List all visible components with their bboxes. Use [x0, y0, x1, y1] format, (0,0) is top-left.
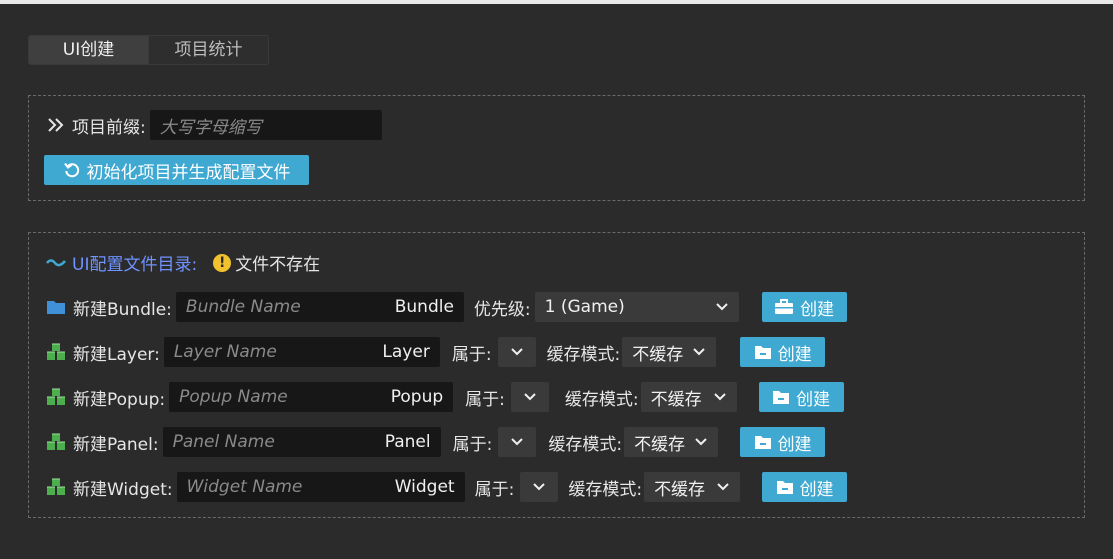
- new-layer-row: 新建Layer: Layer Name Layer 属于: 缓存模式: 不缓存 …: [46, 337, 826, 367]
- panel-name-input[interactable]: Panel Name Panel: [162, 427, 441, 457]
- chevron-down-icon: [510, 347, 524, 357]
- folder-icon: [46, 299, 66, 315]
- bundle-suffix: Bundle: [394, 297, 454, 317]
- file-icon: [776, 479, 794, 495]
- priority-select[interactable]: 1 (Game): [534, 292, 739, 322]
- widget-suffix: Widget: [394, 477, 455, 497]
- file-icon: [754, 434, 772, 450]
- popup-suffix: Popup: [390, 387, 444, 407]
- create-layer-button[interactable]: 创建: [740, 337, 826, 367]
- popup-cache-select[interactable]: 不缓存: [640, 382, 737, 412]
- new-widget-row: 新建Widget: Widget Name Widget 属于: 缓存模式: 不…: [46, 472, 848, 502]
- create-bundle-button[interactable]: 创建: [761, 292, 847, 322]
- create-panel-label: 创建: [777, 434, 812, 455]
- cubes-icon: [46, 433, 66, 451]
- file-icon: [754, 344, 772, 360]
- config-status-text: 文件不存在: [235, 254, 321, 275]
- popup-cache-value: 不缓存: [650, 389, 702, 410]
- layer-suffix: Layer: [382, 342, 430, 362]
- tab-ui-create[interactable]: UI创建: [29, 36, 148, 64]
- widget-cache-label: 缓存模式:: [568, 479, 643, 500]
- chevron-down-icon: [694, 437, 708, 447]
- chevron-down-icon: [715, 302, 729, 312]
- panel-name-placeholder: Panel Name: [172, 432, 275, 452]
- top-bar: [0, 0, 1113, 4]
- panel-belong-select[interactable]: [498, 427, 537, 457]
- chevron-down-icon: [510, 437, 524, 447]
- create-popup-button[interactable]: 创建: [758, 382, 844, 412]
- popup-name-placeholder: Popup Name: [179, 387, 288, 407]
- cubes-icon: [46, 478, 66, 496]
- new-widget-label: 新建Widget:: [73, 479, 173, 500]
- layer-belong-label: 属于:: [451, 344, 492, 365]
- panel-suffix: Panel: [384, 432, 431, 452]
- create-panel-button[interactable]: 创建: [740, 427, 826, 457]
- project-prefix-placeholder: 大写字母缩写: [159, 117, 262, 138]
- init-project-button[interactable]: 初始化项目并生成配置文件: [44, 155, 309, 185]
- tab-project-stats[interactable]: 项目统计: [148, 36, 268, 64]
- double-chevron-right-icon: [46, 116, 66, 134]
- layer-name-placeholder: Layer Name: [173, 342, 277, 362]
- layer-cache-label: 缓存模式:: [546, 344, 621, 365]
- wave-icon: [46, 255, 66, 269]
- create-widget-button[interactable]: 创建: [762, 472, 848, 502]
- chevron-down-icon: [713, 392, 727, 402]
- project-prefix-input[interactable]: 大写字母缩写: [149, 110, 382, 140]
- widget-belong-label: 属于:: [474, 479, 515, 500]
- ui-config-dir-label: UI配置文件目录:: [72, 254, 198, 275]
- new-bundle-row: 新建Bundle: Bundle Name Bundle 优先级: 1 (Gam…: [46, 292, 847, 322]
- bundle-name-input[interactable]: Bundle Name Bundle: [175, 292, 464, 322]
- popup-belong-label: 属于:: [465, 389, 505, 410]
- new-layer-label: 新建Layer:: [73, 344, 160, 365]
- file-icon: [772, 389, 790, 405]
- priority-value: 1 (Game): [544, 297, 625, 317]
- ui-config-dir-row: UI配置文件目录: ! 文件不存在: [46, 247, 320, 277]
- popup-name-input[interactable]: Popup Name Popup: [169, 382, 454, 412]
- chevron-down-icon: [532, 482, 546, 492]
- create-bundle-label: 创建: [800, 299, 835, 320]
- new-popup-label: 新建Popup:: [73, 389, 166, 410]
- widget-name-input[interactable]: Widget Name Widget: [176, 472, 465, 502]
- layer-cache-value: 不缓存: [632, 344, 684, 365]
- layer-name-input[interactable]: Layer Name Layer: [163, 337, 440, 367]
- panel-cache-label: 缓存模式:: [548, 434, 623, 455]
- create-widget-label: 创建: [799, 479, 834, 500]
- toolbox-icon: [774, 299, 794, 315]
- layer-belong-select[interactable]: [497, 337, 536, 367]
- project-prefix-label: 项目前缀:: [72, 117, 146, 138]
- create-layer-label: 创建: [777, 344, 812, 365]
- refresh-icon: [63, 161, 81, 179]
- warning-icon: !: [213, 252, 235, 272]
- tab-bar: UI创建 项目统计: [28, 35, 269, 65]
- project-prefix-row: 项目前缀: 大写字母缩写: [46, 110, 382, 140]
- widget-belong-select[interactable]: [520, 472, 559, 502]
- cubes-icon: [46, 388, 66, 406]
- bundle-name-placeholder: Bundle Name: [185, 297, 301, 317]
- new-panel-row: 新建Panel: Panel Name Panel 属于: 缓存模式: 不缓存 …: [46, 427, 826, 457]
- layer-cache-select[interactable]: 不缓存: [622, 337, 717, 367]
- widget-name-placeholder: Widget Name: [186, 477, 303, 497]
- chevron-down-icon: [716, 482, 730, 492]
- popup-cache-label: 缓存模式:: [564, 389, 639, 410]
- chevron-down-icon: [692, 347, 706, 357]
- panel-cache-select[interactable]: 不缓存: [624, 427, 719, 457]
- panel-belong-label: 属于:: [452, 434, 493, 455]
- widget-cache-value: 不缓存: [654, 479, 706, 500]
- cubes-icon: [46, 343, 66, 361]
- popup-belong-select[interactable]: [510, 382, 549, 412]
- panel-cache-value: 不缓存: [634, 434, 686, 455]
- new-panel-label: 新建Panel:: [73, 434, 159, 455]
- widget-cache-select[interactable]: 不缓存: [644, 472, 741, 502]
- new-popup-row: 新建Popup: Popup Name Popup 属于: 缓存模式: 不缓存 …: [46, 382, 844, 412]
- chevron-down-icon: [523, 392, 537, 402]
- init-project-label: 初始化项目并生成配置文件: [86, 162, 291, 183]
- new-bundle-label: 新建Bundle:: [73, 299, 172, 320]
- priority-label: 优先级:: [473, 299, 531, 320]
- create-popup-label: 创建: [796, 389, 831, 410]
